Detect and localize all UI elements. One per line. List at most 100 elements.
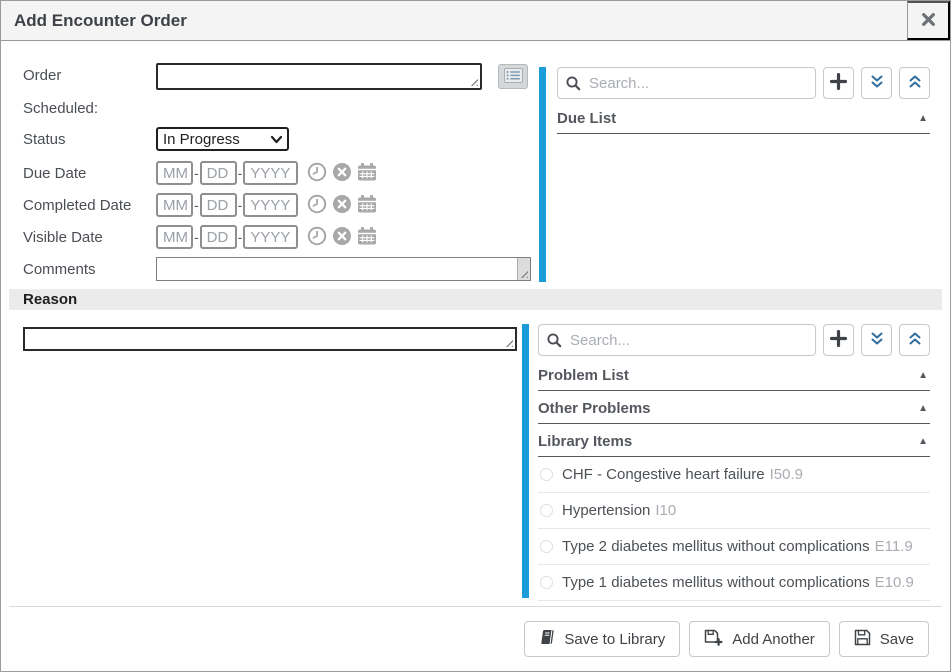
section-other-problems[interactable]: Other Problems ▲	[538, 391, 930, 424]
status-select[interactable]: In Progress	[156, 127, 289, 151]
chevron-double-up-icon	[907, 331, 923, 350]
library-item[interactable]: Hypertension I10	[538, 493, 930, 529]
section-due-list-label: Due List	[557, 110, 616, 127]
completed-date-calendar-button[interactable]	[356, 195, 377, 216]
add-encounter-order-dialog: Add Encounter Order Order Scheduled:	[0, 0, 951, 672]
clock-icon	[307, 194, 327, 217]
completed-date-day-input[interactable]	[200, 193, 237, 217]
plus-icon	[830, 73, 847, 93]
visible-date-year-input[interactable]	[243, 225, 298, 249]
order-input[interactable]	[158, 65, 480, 88]
reason-search-field	[538, 324, 816, 356]
x-circle-icon	[332, 226, 352, 249]
comments-input[interactable]	[157, 258, 516, 280]
order-row: Order	[23, 63, 535, 90]
footer-divider	[9, 606, 942, 607]
radio-icon[interactable]	[540, 504, 553, 517]
due-date-month-input[interactable]	[156, 161, 193, 185]
save-to-library-label: Save to Library	[564, 631, 665, 648]
chevron-double-down-icon	[869, 74, 885, 93]
date-separator: -	[238, 161, 243, 186]
due-search-input[interactable]	[557, 67, 816, 99]
due-list-panel: Due List ▲	[557, 67, 930, 134]
save-button[interactable]: Save	[839, 621, 929, 657]
section-library-items[interactable]: Library Items ▲	[538, 424, 930, 457]
chevron-double-down-icon	[869, 331, 885, 350]
scheduled-row: Scheduled:	[23, 96, 535, 121]
due-add-button[interactable]	[823, 67, 854, 99]
reason-field	[23, 327, 517, 351]
calendar-icon	[357, 162, 377, 185]
search-icon	[566, 76, 581, 96]
date-separator: -	[238, 193, 243, 218]
completed-date-row: Completed Date - -	[23, 193, 535, 218]
visible-date-day-input[interactable]	[200, 225, 237, 249]
library-item[interactable]: CHF - Congestive heart failure I50.9	[538, 457, 930, 493]
close-button[interactable]	[907, 1, 950, 40]
calendar-icon	[357, 194, 377, 217]
x-circle-icon	[332, 162, 352, 185]
library-item-code: E11.9	[875, 538, 913, 555]
due-expand-all-button[interactable]	[861, 67, 892, 99]
comments-resize-area[interactable]	[517, 258, 530, 280]
reason-search-row	[538, 324, 930, 356]
add-another-button[interactable]: Add Another	[689, 621, 830, 657]
comments-row: Comments	[23, 257, 535, 282]
reason-search-input[interactable]	[538, 324, 816, 356]
due-date-day-input[interactable]	[200, 161, 237, 185]
collapse-icon: ▲	[918, 403, 928, 414]
completed-date-clear-button[interactable]	[331, 195, 352, 216]
due-date-now-button[interactable]	[306, 163, 327, 184]
date-separator: -	[194, 161, 199, 186]
date-separator: -	[238, 225, 243, 250]
completed-date-now-button[interactable]	[306, 195, 327, 216]
library-item-name: Type 1 diabetes mellitus without complic…	[562, 574, 870, 591]
section-problem-list[interactable]: Problem List ▲	[538, 358, 930, 391]
due-date-row: Due Date - -	[23, 161, 535, 186]
due-date-label: Due Date	[23, 161, 156, 186]
visible-date-label: Visible Date	[23, 225, 156, 250]
chevron-double-up-icon	[907, 74, 923, 93]
order-lookup-button[interactable]	[498, 64, 528, 89]
due-date-year-input[interactable]	[243, 161, 298, 185]
plus-icon	[830, 330, 847, 350]
collapse-icon: ▲	[918, 370, 928, 381]
order-field	[156, 63, 482, 90]
order-label: Order	[23, 63, 156, 90]
due-date-clear-button[interactable]	[331, 163, 352, 184]
accent-bar	[539, 67, 546, 282]
collapse-icon: ▲	[918, 436, 928, 447]
library-item-code: I10	[655, 502, 676, 519]
completed-date-year-input[interactable]	[243, 193, 298, 217]
library-item[interactable]: Type 2 diabetes mellitus without complic…	[538, 529, 930, 565]
completed-date-icons	[306, 193, 377, 218]
visible-date-month-input[interactable]	[156, 225, 193, 249]
due-collapse-all-button[interactable]	[899, 67, 930, 99]
date-separator: -	[194, 193, 199, 218]
library-item-name: CHF - Congestive heart failure	[562, 466, 765, 483]
library-item-code: E10.9	[875, 574, 914, 591]
reason-expand-all-button[interactable]	[861, 324, 892, 356]
completed-date-month-input[interactable]	[156, 193, 193, 217]
save-to-library-button[interactable]: Save to Library	[524, 621, 680, 657]
library-item[interactable]: Type 1 diabetes mellitus without complic…	[538, 565, 930, 601]
reason-input[interactable]	[25, 329, 515, 349]
visible-date-now-button[interactable]	[306, 227, 327, 248]
radio-icon[interactable]	[540, 468, 553, 481]
reason-add-button[interactable]	[823, 324, 854, 356]
library-item-name: Hypertension	[562, 502, 650, 519]
reason-collapse-all-button[interactable]	[899, 324, 930, 356]
radio-icon[interactable]	[540, 540, 553, 553]
comments-field	[156, 257, 531, 281]
visible-date-calendar-button[interactable]	[356, 227, 377, 248]
dialog-title: Add Encounter Order	[1, 1, 907, 40]
section-library-items-label: Library Items	[538, 433, 632, 450]
reason-section-header: Reason	[9, 289, 942, 310]
due-date-calendar-button[interactable]	[356, 163, 377, 184]
scheduled-label: Scheduled:	[23, 96, 156, 121]
section-other-problems-label: Other Problems	[538, 400, 651, 417]
radio-icon[interactable]	[540, 576, 553, 589]
section-due-list[interactable]: Due List ▲	[557, 101, 930, 134]
visible-date-clear-button[interactable]	[331, 227, 352, 248]
library-item-code: I50.9	[770, 466, 803, 483]
